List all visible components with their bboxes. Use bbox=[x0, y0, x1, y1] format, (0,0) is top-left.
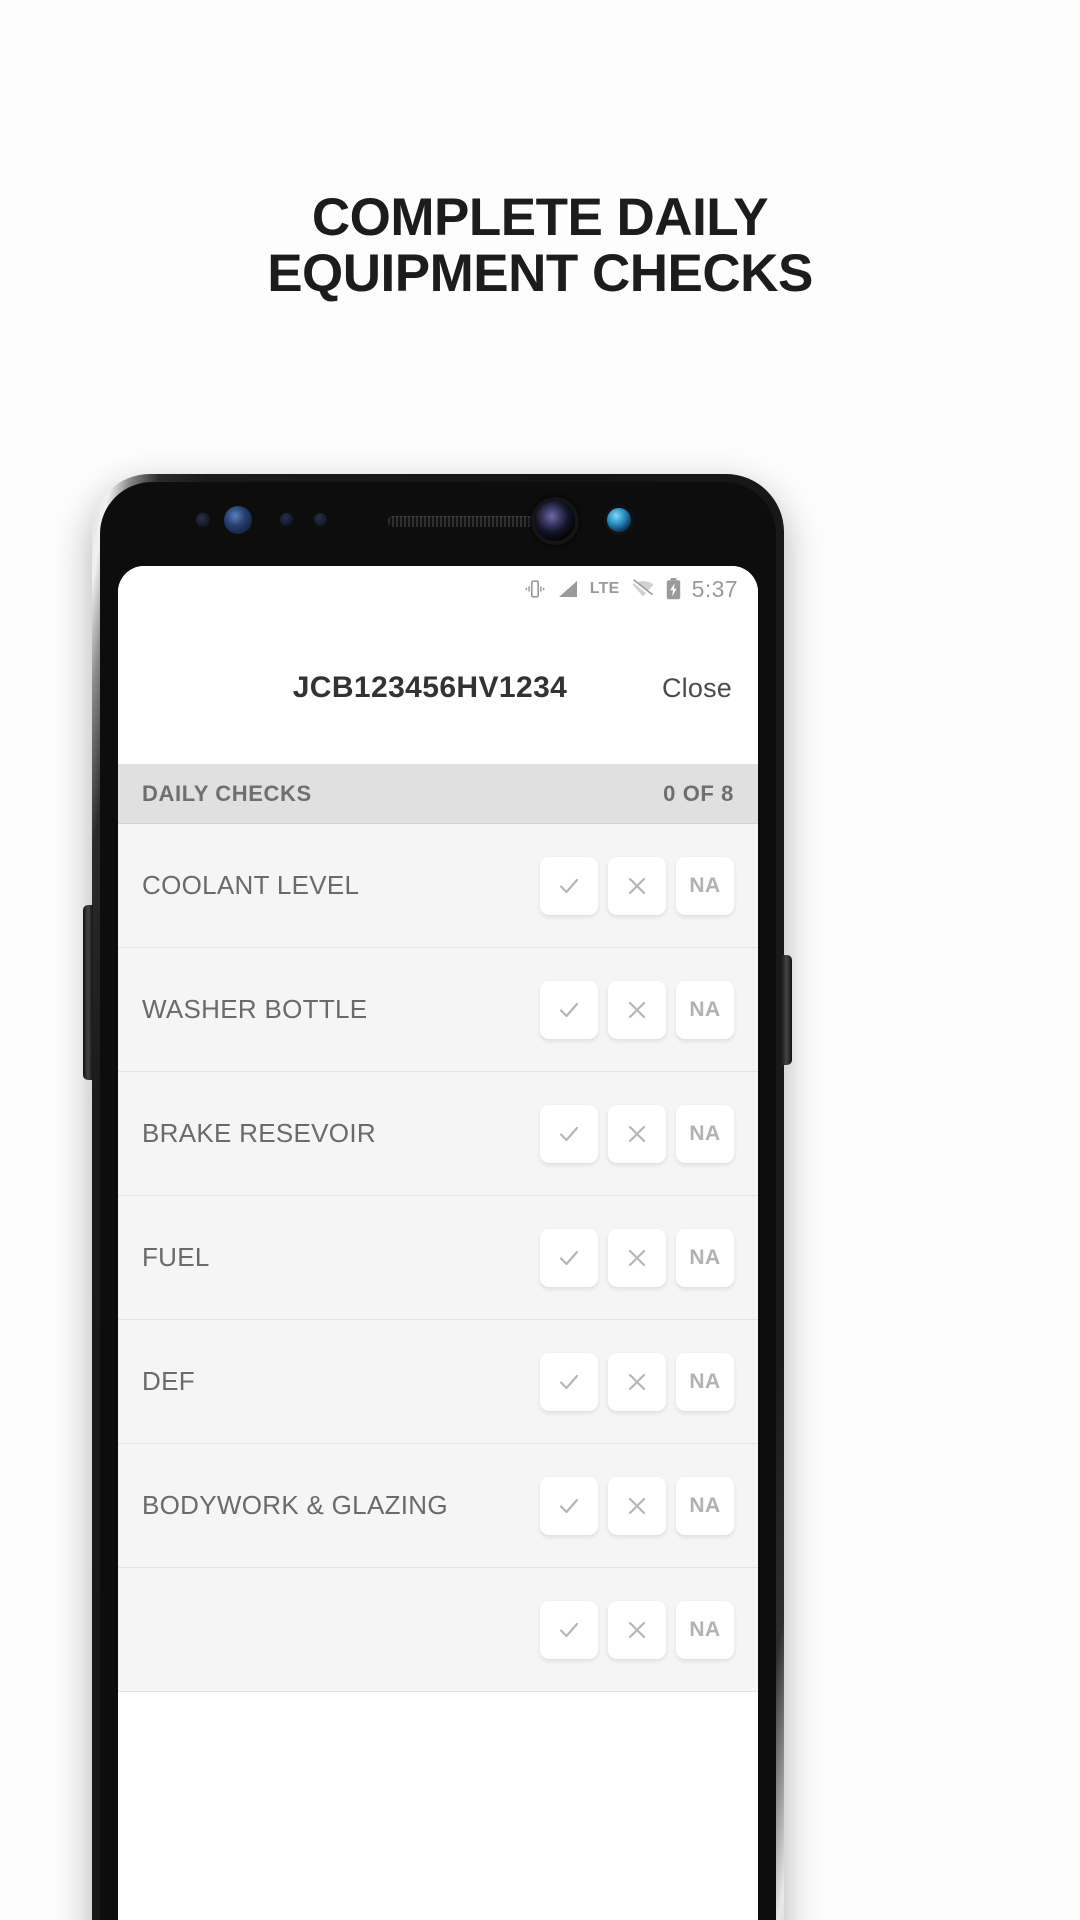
cross-icon bbox=[628, 877, 646, 894]
na-label: NA bbox=[689, 1369, 721, 1393]
na-button[interactable]: NA bbox=[676, 1352, 734, 1411]
fail-button[interactable] bbox=[608, 980, 666, 1039]
wifi-off-icon bbox=[631, 579, 655, 599]
check-icon bbox=[559, 1374, 579, 1389]
signal-bars-icon bbox=[557, 579, 579, 599]
na-label: NA bbox=[689, 1617, 721, 1641]
na-label: NA bbox=[689, 1245, 721, 1269]
check-actions: NA bbox=[540, 1352, 734, 1411]
na-label: NA bbox=[689, 1121, 721, 1145]
list-item[interactable]: DEF NA bbox=[118, 1320, 758, 1444]
list-item[interactable]: NA bbox=[118, 1568, 758, 1692]
close-button[interactable]: Close bbox=[658, 665, 736, 712]
check-item-label: COOLANT LEVEL bbox=[142, 870, 360, 901]
check-item-label: BRAKE RESEVOIR bbox=[142, 1118, 376, 1149]
phone-screen: LTE 5:37 JCB123456HV1234 Close DAILY CHE… bbox=[118, 566, 758, 1920]
earpiece-speaker-icon bbox=[388, 516, 538, 527]
check-item-label: FUEL bbox=[142, 1242, 210, 1273]
status-bar: LTE 5:37 bbox=[118, 566, 758, 612]
check-actions: NA bbox=[540, 856, 734, 915]
daily-checks-list: COOLANT LEVEL NA WASHER BOTTLE NA BRAKE … bbox=[118, 824, 758, 1692]
list-item[interactable]: FUEL NA bbox=[118, 1196, 758, 1320]
sensor-icon bbox=[280, 513, 293, 526]
check-icon bbox=[559, 1498, 579, 1513]
list-item[interactable]: WASHER BOTTLE NA bbox=[118, 948, 758, 1072]
na-button[interactable]: NA bbox=[676, 980, 734, 1039]
pass-button[interactable] bbox=[540, 1476, 598, 1535]
list-item[interactable]: BODYWORK & GLAZING NA bbox=[118, 1444, 758, 1568]
check-actions: NA bbox=[540, 1600, 734, 1659]
na-button[interactable]: NA bbox=[676, 1228, 734, 1287]
network-type-label: LTE bbox=[589, 580, 620, 597]
volume-button[interactable] bbox=[83, 905, 93, 1080]
section-progress-count: 0 OF 8 bbox=[663, 780, 734, 806]
cross-icon bbox=[628, 1373, 646, 1390]
check-icon bbox=[559, 1250, 579, 1265]
phone-mockup: LTE 5:37 JCB123456HV1234 Close DAILY CHE… bbox=[92, 474, 784, 1920]
fail-button[interactable] bbox=[608, 856, 666, 915]
phone-top-bezel bbox=[92, 474, 784, 566]
sensor-icon bbox=[314, 513, 327, 526]
headline-line-2: EQUIPMENT CHECKS bbox=[267, 243, 813, 303]
na-button[interactable]: NA bbox=[676, 856, 734, 915]
check-icon bbox=[559, 1622, 579, 1637]
vibrate-icon bbox=[524, 578, 546, 600]
pass-button[interactable] bbox=[540, 1352, 598, 1411]
check-item-label: BODYWORK & GLAZING bbox=[142, 1490, 448, 1521]
pass-button[interactable] bbox=[540, 1104, 598, 1163]
check-icon bbox=[559, 878, 579, 893]
check-actions: NA bbox=[540, 1476, 734, 1535]
status-bar-clock: 5:37 bbox=[691, 575, 738, 602]
na-label: NA bbox=[689, 1493, 721, 1517]
cross-icon bbox=[628, 1125, 646, 1142]
na-label: NA bbox=[689, 997, 721, 1021]
proximity-sensor-icon bbox=[224, 506, 252, 534]
check-item-label: DEF bbox=[142, 1366, 195, 1397]
section-title: DAILY CHECKS bbox=[142, 780, 312, 806]
na-button[interactable]: NA bbox=[676, 1476, 734, 1535]
fail-button[interactable] bbox=[608, 1600, 666, 1659]
page-title: COMPLETE DAILY EQUIPMENT CHECKS bbox=[0, 190, 1080, 301]
sensor-icon bbox=[196, 513, 210, 527]
check-actions: NA bbox=[540, 980, 734, 1039]
na-button[interactable]: NA bbox=[676, 1104, 734, 1163]
equipment-id-title: JCB123456HV1234 bbox=[292, 671, 568, 704]
power-button[interactable] bbox=[781, 955, 792, 1065]
list-item[interactable]: BRAKE RESEVOIR NA bbox=[118, 1072, 758, 1196]
na-label: NA bbox=[689, 873, 721, 897]
check-icon bbox=[559, 1126, 579, 1141]
check-actions: NA bbox=[540, 1104, 734, 1163]
fail-button[interactable] bbox=[608, 1104, 666, 1163]
cross-icon bbox=[628, 1001, 646, 1018]
check-item-label: WASHER BOTTLE bbox=[142, 994, 368, 1025]
check-icon bbox=[559, 1002, 579, 1017]
battery-charging-icon bbox=[666, 578, 681, 600]
fail-button[interactable] bbox=[608, 1352, 666, 1411]
fail-button[interactable] bbox=[608, 1228, 666, 1287]
pass-button[interactable] bbox=[540, 980, 598, 1039]
list-item[interactable]: COOLANT LEVEL NA bbox=[118, 824, 758, 948]
cross-icon bbox=[628, 1497, 646, 1514]
cross-icon bbox=[628, 1621, 646, 1638]
pass-button[interactable] bbox=[540, 856, 598, 915]
iris-scanner-icon bbox=[607, 508, 631, 532]
front-camera-icon bbox=[535, 501, 575, 541]
marketing-screenshot: COMPLETE DAILY EQUIPMENT CHECKS LTE 5:37… bbox=[0, 0, 1080, 1920]
cross-icon bbox=[628, 1249, 646, 1266]
fail-button[interactable] bbox=[608, 1476, 666, 1535]
pass-button[interactable] bbox=[540, 1600, 598, 1659]
headline-line-1: COMPLETE DAILY bbox=[311, 188, 769, 247]
check-actions: NA bbox=[540, 1228, 734, 1287]
app-header: JCB123456HV1234 Close bbox=[118, 612, 758, 764]
pass-button[interactable] bbox=[540, 1228, 598, 1287]
na-button[interactable]: NA bbox=[676, 1600, 734, 1659]
daily-checks-section-header: DAILY CHECKS 0 OF 8 bbox=[118, 764, 758, 824]
